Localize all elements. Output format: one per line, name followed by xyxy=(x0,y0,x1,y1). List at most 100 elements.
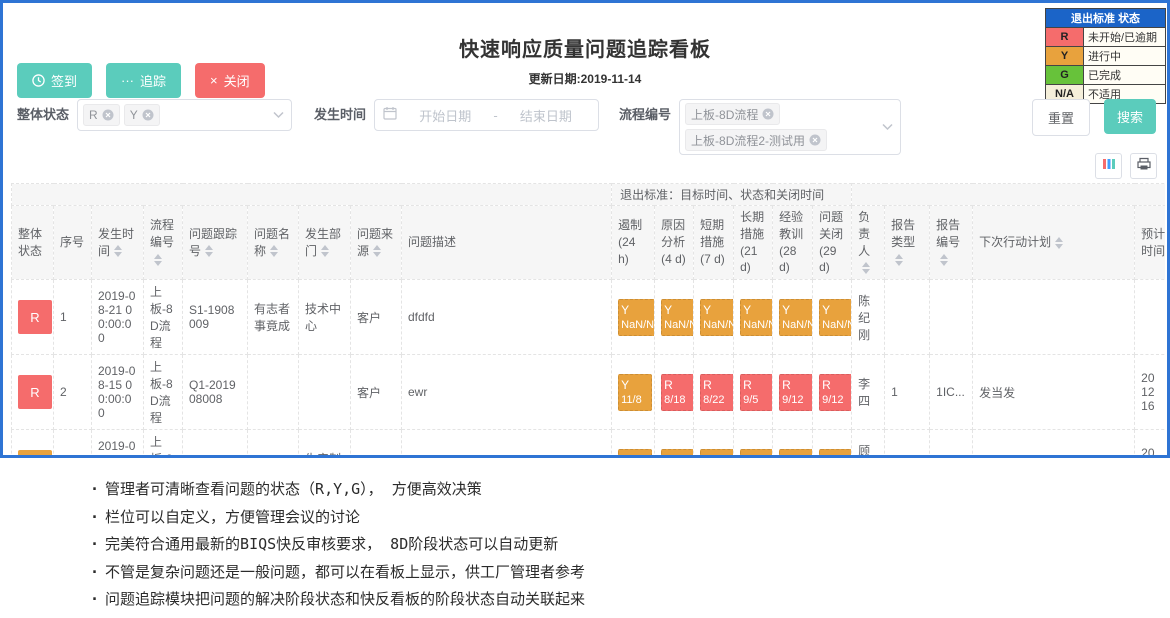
dept-cell: 技术中心 xyxy=(299,280,351,355)
column-header[interactable]: 报告编号 xyxy=(930,206,973,280)
track-no-cell: S1-1908003 xyxy=(183,430,248,455)
seq-cell: 1 xyxy=(54,280,92,355)
legend-row: R未开始/已逾期 xyxy=(1046,28,1166,47)
dept-cell xyxy=(299,355,351,430)
occur-time-label: 发生时间 xyxy=(314,99,366,131)
phase-status: Y xyxy=(621,378,629,392)
phase-status: Y xyxy=(703,453,711,455)
column-header[interactable]: 问题名称 xyxy=(248,206,299,280)
close-button[interactable]: × 关闭 xyxy=(195,63,265,98)
owner-cell: 李四 xyxy=(852,355,885,430)
column-header[interactable]: 报告类型 xyxy=(885,206,930,280)
column-header-label: 经验教训(28 d) xyxy=(779,210,803,274)
overall-status-cell: R xyxy=(12,355,54,430)
report-no-cell xyxy=(930,280,973,355)
sort-caret-icon[interactable] xyxy=(270,245,278,257)
sort-asc-icon xyxy=(321,245,329,250)
calendar-icon xyxy=(383,106,397,125)
legend-status-code: Y xyxy=(1046,47,1084,66)
phase-badge: Y11/8 xyxy=(618,374,652,411)
status-badge: R xyxy=(18,300,52,334)
tag-close-icon[interactable] xyxy=(762,108,774,120)
sort-asc-icon xyxy=(114,245,122,250)
column-header-label: 预计时间 xyxy=(1141,227,1165,258)
column-header-label: 流程编号 xyxy=(150,218,174,249)
group-header-row: 退出标准：目标时间、状态和关闭时间 xyxy=(12,184,1166,206)
column-header[interactable]: 发生部门 xyxy=(299,206,351,280)
phase-date: 8/22 xyxy=(703,393,731,408)
column-header[interactable]: 负责人 xyxy=(852,206,885,280)
phase-date: 8/18 xyxy=(664,393,692,408)
phase-date: NaN/Na xyxy=(621,318,655,333)
tag-close-icon[interactable] xyxy=(142,109,154,121)
phase-cell: YNaN/Na xyxy=(734,280,773,355)
column-header-label: 报告编号 xyxy=(936,218,960,249)
sort-caret-icon[interactable] xyxy=(321,245,329,257)
filter-bar: 整体状态 RY 发生时间 开始日期 - 结束日期 流程编号 上板-8D流程上板-… xyxy=(17,99,1162,155)
column-header[interactable]: 下次行动计划 xyxy=(973,206,1135,280)
tag-close-icon[interactable] xyxy=(102,109,114,121)
sort-desc-icon xyxy=(940,261,948,266)
sort-caret-icon[interactable] xyxy=(205,245,213,257)
issue-name-cell xyxy=(248,355,299,430)
occur-time-range-picker[interactable]: 开始日期 - 结束日期 xyxy=(374,99,599,131)
sort-asc-icon xyxy=(940,254,948,259)
track-label: 追踪 xyxy=(140,71,166,90)
phase-badge: R8/18 xyxy=(661,374,694,411)
column-header[interactable]: 流程编号 xyxy=(144,206,183,280)
column-header[interactable]: 问题跟踪号 xyxy=(183,206,248,280)
sort-caret-icon[interactable] xyxy=(940,254,948,266)
sort-desc-icon xyxy=(270,252,278,257)
phase-badge: Y9/7 xyxy=(779,449,813,455)
sort-asc-icon xyxy=(895,254,903,259)
column-header[interactable]: 发生时间 xyxy=(92,206,144,280)
overall-status-label: 整体状态 xyxy=(17,99,69,131)
source-cell: 客户 xyxy=(351,280,402,355)
owner-cell: 陈纪刚 xyxy=(852,280,885,355)
sort-caret-icon[interactable] xyxy=(114,245,122,257)
sort-caret-icon[interactable] xyxy=(895,254,903,266)
dashboard-panel: 快速响应质量问题追踪看板 更新日期:2019-11-14 签到 ··· 追踪 ×… xyxy=(0,0,1170,458)
search-button[interactable]: 搜索 xyxy=(1104,99,1156,134)
sign-in-button[interactable]: 签到 xyxy=(17,63,92,98)
sort-desc-icon xyxy=(114,252,122,257)
reset-button[interactable]: 重置 xyxy=(1032,99,1090,136)
phase-badge: YNaN/Na xyxy=(618,299,655,336)
issue-table-wrapper[interactable]: 退出标准：目标时间、状态和关闭时间 整体状态序号发生时间流程编号问题跟踪号问题名… xyxy=(11,183,1165,455)
issue-name-cell xyxy=(248,430,299,455)
column-header-label: 原因分析(4 d) xyxy=(661,218,686,266)
source-cell: 客户 xyxy=(351,430,402,455)
print-export-button[interactable] xyxy=(1130,153,1157,179)
issue-table: 退出标准：目标时间、状态和关闭时间 整体状态序号发生时间流程编号问题跟踪号问题名… xyxy=(11,183,1165,455)
close-label: 关闭 xyxy=(224,71,250,90)
sort-caret-icon[interactable] xyxy=(1055,237,1063,249)
phase-badge: YNaN/Na xyxy=(700,299,734,336)
sort-caret-icon[interactable] xyxy=(373,245,381,257)
chevron-down-icon xyxy=(273,106,284,124)
column-header-label: 下次行动计划 xyxy=(979,235,1051,249)
overall-status-cell: Y xyxy=(12,430,54,455)
table-row: R12019-08-21 00:00:00上板-8D流程S1-1908009有志… xyxy=(12,280,1166,355)
issue-name-cell: 有志者事竟成 xyxy=(248,280,299,355)
overall-status-select[interactable]: RY xyxy=(77,99,292,131)
occur-time-cell: 2019-08-09 00:00:00 xyxy=(92,430,144,455)
sort-desc-icon xyxy=(373,252,381,257)
description-cell: dfdfd xyxy=(402,280,612,355)
legend-body: R未开始/已逾期Y进行中G已完成N/A不适用 xyxy=(1046,28,1166,104)
tag-close-icon[interactable] xyxy=(809,134,821,146)
phase-cell: YNaN/Na xyxy=(612,280,655,355)
phase-badge: Y9/7 xyxy=(819,449,852,455)
column-header[interactable]: 问题来源 xyxy=(351,206,402,280)
sort-caret-icon[interactable] xyxy=(154,254,162,266)
status-legend: 退出标准 状态 R未开始/已逾期Y进行中G已完成N/A不适用 xyxy=(1045,8,1166,104)
sort-caret-icon[interactable] xyxy=(862,262,870,274)
column-header-label: 短期措施(7 d) xyxy=(700,218,725,266)
table-row: R22019-08-15 00:00:00上板-8D流程Q1-201908008… xyxy=(12,355,1166,430)
column-header-label: 问题描述 xyxy=(408,235,456,249)
column-settings-button[interactable] xyxy=(1095,153,1122,179)
process-no-select[interactable]: 上板-8D流程上板-8D流程2-测试用 xyxy=(679,99,901,155)
phase-date: NaN/Na xyxy=(782,318,813,333)
feature-notes: 管理者可清晰查看问题的状态（R,Y,G）， 方便高效决策栏位可以自定义，方便管理… xyxy=(90,476,1170,614)
track-button[interactable]: ··· 追踪 xyxy=(106,63,181,98)
phase-badge: YNaN/Na xyxy=(819,299,852,336)
